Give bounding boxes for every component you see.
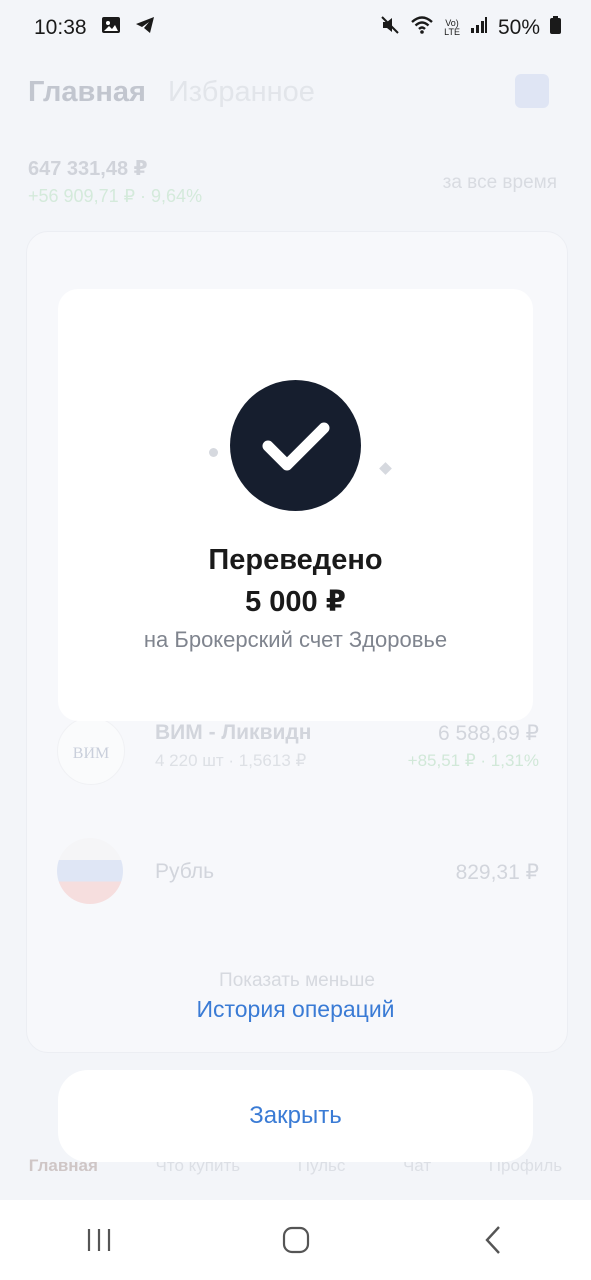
transfer-amount: 5 000 ₽	[245, 586, 346, 618]
nav-pulse: Пульс	[297, 1156, 346, 1175]
operations-history-link[interactable]: История операций	[0, 996, 591, 1023]
portfolio-total: 647 331,48 ₽	[28, 158, 148, 180]
nav-what-to-buy: Что купить	[155, 1156, 241, 1175]
back-icon	[484, 1226, 500, 1254]
list-item: ВИМ ВИМ - Ликвидн 4 220 шт · 1,5613 ₽ 6 …	[27, 717, 567, 787]
close-button[interactable]: Закрыть	[58, 1070, 533, 1162]
wifi-icon	[410, 15, 434, 41]
recent-apps-button[interactable]	[69, 1215, 129, 1265]
status-time: 10:38	[34, 16, 87, 39]
transfer-success-dialog: Переведено 5 000 ₽ на Брокерский счет Зд…	[58, 289, 533, 721]
list-item: Рубль 829,31 ₽	[27, 838, 567, 922]
recent-apps-icon	[87, 1229, 110, 1251]
gallery-icon	[101, 16, 121, 40]
telegram-icon	[135, 16, 155, 40]
nav-profile: Профиль	[488, 1156, 563, 1175]
fund-logo: ВИМ	[57, 717, 125, 785]
mute-icon	[380, 15, 400, 41]
decor-diamond	[379, 462, 392, 475]
battery-icon	[550, 16, 561, 40]
signal-icon	[470, 16, 488, 40]
asset-name: ВИМ - Ликвидн	[155, 721, 312, 744]
tab-main: Главная	[28, 76, 146, 108]
nav-home: Главная	[28, 1156, 98, 1175]
portfolio-change: +56 909,71 ₽ · 9,64%	[28, 186, 203, 206]
nav-chat: Чат	[402, 1156, 432, 1175]
system-nav-bar	[0, 1200, 591, 1280]
asset-name: Рубль	[155, 860, 215, 883]
show-less-link: Показать меньше	[219, 970, 375, 991]
transfer-description: на Брокерский счет Здоровье	[143, 627, 448, 652]
success-check-icon	[230, 380, 361, 511]
home-icon	[282, 1226, 309, 1254]
bottom-nav: Главная Что купить Пульс Чат Профиль	[0, 1156, 591, 1200]
dialog-title: Переведено	[208, 544, 383, 576]
asset-gain: +85,51 ₽ · 1,31%	[407, 751, 539, 770]
asset-sub: 4 220 шт · 1,5613 ₽	[155, 751, 307, 770]
russia-flag-icon	[57, 838, 123, 904]
asset-value: 6 588,69 ₽	[438, 722, 539, 745]
decor-dot	[209, 448, 218, 457]
status-bar: 10:38 Vo) LTE 50%	[0, 0, 591, 56]
svg-text:ВИМ: ВИМ	[73, 745, 109, 762]
period-selector: за все время	[442, 172, 557, 193]
tab-favorites: Избранное	[167, 76, 315, 108]
back-button[interactable]	[463, 1215, 523, 1265]
asset-value: 829,31 ₽	[455, 861, 539, 884]
gift-icon	[515, 74, 549, 108]
top-tabs: Главная Избранное	[28, 76, 315, 109]
volte-indicator: Vo) LTE	[444, 18, 460, 37]
battery-percent: 50%	[497, 16, 540, 39]
home-button[interactable]	[266, 1215, 326, 1265]
